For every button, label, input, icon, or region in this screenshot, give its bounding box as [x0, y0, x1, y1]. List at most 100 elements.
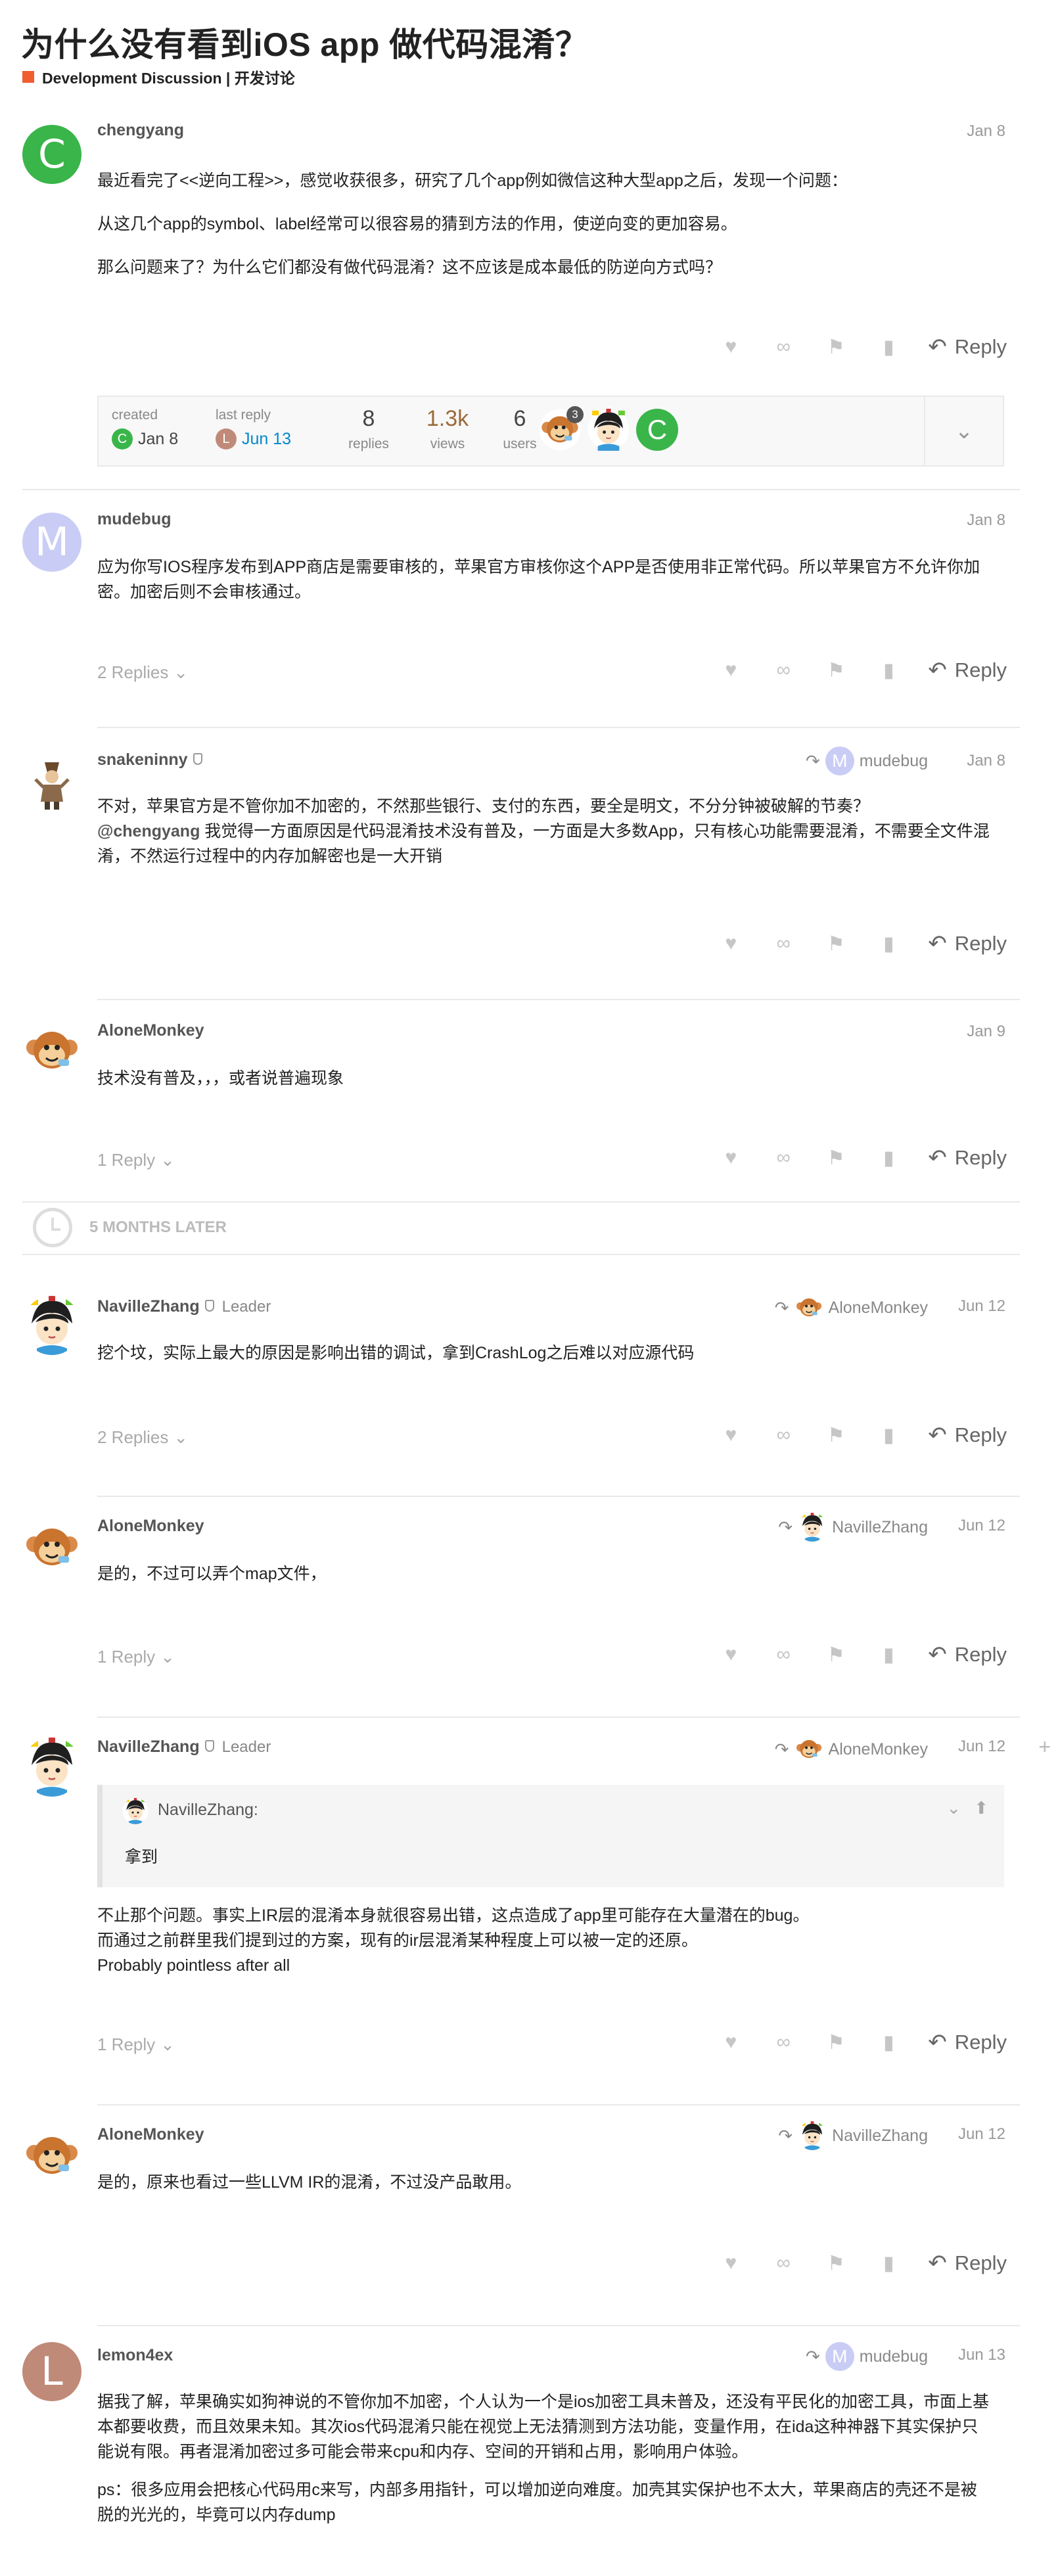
avatar[interactable] [22, 2127, 81, 2186]
heart-icon[interactable]: ♥ [718, 932, 744, 955]
created-block[interactable]: created C Jan 8 [112, 407, 178, 449]
post-username[interactable]: snakeninny [97, 750, 202, 770]
avatar[interactable] [22, 1021, 81, 1080]
reply-button[interactable]: ↶ Reply [928, 657, 1007, 683]
post-username[interactable]: chengyang [97, 121, 184, 140]
topic-title[interactable]: 为什么没有看到iOS app 做代码混淆？ [21, 18, 588, 66]
post-date[interactable]: Jun 12 [958, 2125, 1005, 2144]
flag-icon[interactable]: ⚑ [823, 1644, 849, 1667]
link-icon[interactable]: ∞ [770, 336, 796, 358]
post-username[interactable]: NavilleZhang Leader [97, 1737, 271, 1757]
bookmark-icon[interactable]: ▮ [875, 1424, 902, 1447]
post-actions: ♥ ∞ ⚑ ▮ ↶ Reply [718, 1642, 1007, 1668]
reply-to-tab[interactable]: ↷ M mudebug [806, 2342, 928, 2371]
post-date[interactable]: Jun 12 [958, 1517, 1005, 1535]
reply-label: Reply [954, 1643, 1007, 1666]
add-icon[interactable]: + [1038, 1735, 1051, 1759]
post-alonemonkey: AloneMonkey ↷ NavilleZhang Jun 12 是的，不过可… [0, 1498, 1020, 1718]
post-actions: ♥ ∞ ⚑ ▮ ↶ Reply [718, 2250, 1007, 2276]
reply-arrow-icon: ↶ [928, 2251, 947, 2276]
reply-button[interactable]: ↶ Reply [928, 2250, 1007, 2276]
post-username[interactable]: NavilleZhang Leader [97, 1297, 271, 1316]
avatar[interactable] [22, 1737, 81, 1797]
post-username[interactable]: AloneMonkey [97, 2125, 204, 2144]
link-icon[interactable]: ∞ [770, 2031, 796, 2054]
flag-icon[interactable]: ⚑ [823, 2252, 849, 2275]
reply-to-tab[interactable]: ↷ NavilleZhang [778, 1513, 928, 1542]
link-icon[interactable]: ∞ [770, 2252, 796, 2274]
chevron-down-icon[interactable]: ⌄ [946, 1798, 961, 1818]
reply-to-tab[interactable]: ↷ M mudebug [806, 747, 928, 775]
link-icon[interactable]: ∞ [770, 1424, 796, 1446]
post-date[interactable]: Jan 8 [967, 752, 1005, 770]
show-replies-button[interactable]: 1 Reply ⌄ [97, 1150, 175, 1170]
last-reply-block[interactable]: last reply L Jun 13 [216, 407, 291, 449]
reply-to-tab[interactable]: ↷ AloneMonkey [775, 1735, 928, 1764]
bookmark-icon[interactable]: ▮ [875, 932, 902, 955]
heart-icon[interactable]: ♥ [718, 1644, 744, 1666]
link-icon[interactable]: ∞ [770, 659, 796, 681]
shield-icon [204, 1300, 214, 1312]
show-replies-button[interactable]: 2 Replies ⌄ [97, 1427, 188, 1448]
show-replies-button[interactable]: 2 Replies ⌄ [97, 662, 188, 683]
show-replies-button[interactable]: 1 Reply ⌄ [97, 2035, 175, 2055]
category-name: Development Discussion | 开发讨论 [42, 70, 295, 87]
heart-icon[interactable]: ♥ [718, 2031, 744, 2054]
avatar[interactable] [22, 1296, 81, 1355]
reply-button[interactable]: ↶ Reply [928, 931, 1007, 957]
bookmark-icon[interactable]: ▮ [875, 336, 902, 359]
avatar[interactable]: C [22, 125, 81, 184]
participant-avatar[interactable]: 3 [538, 406, 584, 451]
avatar[interactable]: M [22, 513, 81, 572]
heart-icon[interactable]: ♥ [718, 1147, 744, 1169]
post-date[interactable]: Jun 12 [958, 1297, 1005, 1316]
bookmark-icon[interactable]: ▮ [875, 2252, 902, 2275]
post-username[interactable]: AloneMonkey [97, 1021, 204, 1040]
flag-icon[interactable]: ⚑ [823, 2031, 849, 2054]
post-date[interactable]: Jan 8 [967, 122, 1005, 141]
reply-to-tab[interactable]: ↷ NavilleZhang [778, 2121, 928, 2150]
participant-avatar[interactable] [587, 408, 630, 451]
bookmark-icon[interactable]: ▮ [875, 659, 902, 682]
avatar[interactable] [22, 753, 81, 812]
heart-icon[interactable]: ♥ [718, 1424, 744, 1446]
show-replies-button[interactable]: 1 Reply ⌄ [97, 1647, 175, 1667]
participant-avatar[interactable]: C [636, 409, 678, 451]
bookmark-icon[interactable]: ▮ [875, 2031, 902, 2054]
reply-to-tab[interactable]: ↷ AloneMonkey [775, 1293, 928, 1322]
heart-icon[interactable]: ♥ [718, 2252, 744, 2274]
heart-icon[interactable]: ♥ [718, 336, 744, 358]
link-icon[interactable]: ∞ [770, 1147, 796, 1169]
avatar[interactable]: L [22, 2342, 81, 2401]
reply-button[interactable]: ↶ Reply [928, 1642, 1007, 1668]
flag-icon[interactable]: ⚑ [823, 932, 849, 955]
flag-icon[interactable]: ⚑ [823, 1147, 849, 1170]
user-mention[interactable]: @chengyang [97, 822, 200, 840]
replies-count-label: 2 Replies [97, 662, 169, 682]
post-username[interactable]: mudebug [97, 510, 172, 529]
flag-icon[interactable]: ⚑ [823, 1424, 849, 1447]
arrow-up-icon[interactable]: ⬆ [974, 1798, 988, 1818]
bookmark-icon[interactable]: ▮ [875, 1644, 902, 1667]
link-icon[interactable]: ∞ [770, 932, 796, 955]
heart-icon[interactable]: ♥ [718, 659, 744, 681]
post-date[interactable]: Jan 8 [967, 511, 1005, 530]
post-username[interactable]: lemon4ex [97, 2346, 173, 2365]
reply-button[interactable]: ↶ Reply [928, 1145, 1007, 1171]
expand-topic-map-button[interactable]: ⌄ [924, 397, 1003, 465]
avatar: M [825, 747, 854, 775]
post-date[interactable]: Jan 9 [967, 1023, 1005, 1041]
reply-button[interactable]: ↶ Reply [928, 334, 1007, 360]
post-date[interactable]: Jun 13 [958, 2346, 1005, 2364]
avatar[interactable] [22, 1518, 81, 1577]
category-badge[interactable]: Development Discussion | 开发讨论 [22, 66, 295, 88]
post-username[interactable]: AloneMonkey [97, 1517, 204, 1536]
reply-button[interactable]: ↶ Reply [928, 2029, 1007, 2056]
post-date[interactable]: Jun 12 [958, 1737, 1005, 1756]
flag-icon[interactable]: ⚑ [823, 336, 849, 359]
link-icon[interactable]: ∞ [770, 1644, 796, 1666]
post-line: Probably pointless after all [97, 1956, 290, 1975]
reply-button[interactable]: ↶ Reply [928, 1422, 1007, 1448]
bookmark-icon[interactable]: ▮ [875, 1147, 902, 1170]
flag-icon[interactable]: ⚑ [823, 659, 849, 682]
